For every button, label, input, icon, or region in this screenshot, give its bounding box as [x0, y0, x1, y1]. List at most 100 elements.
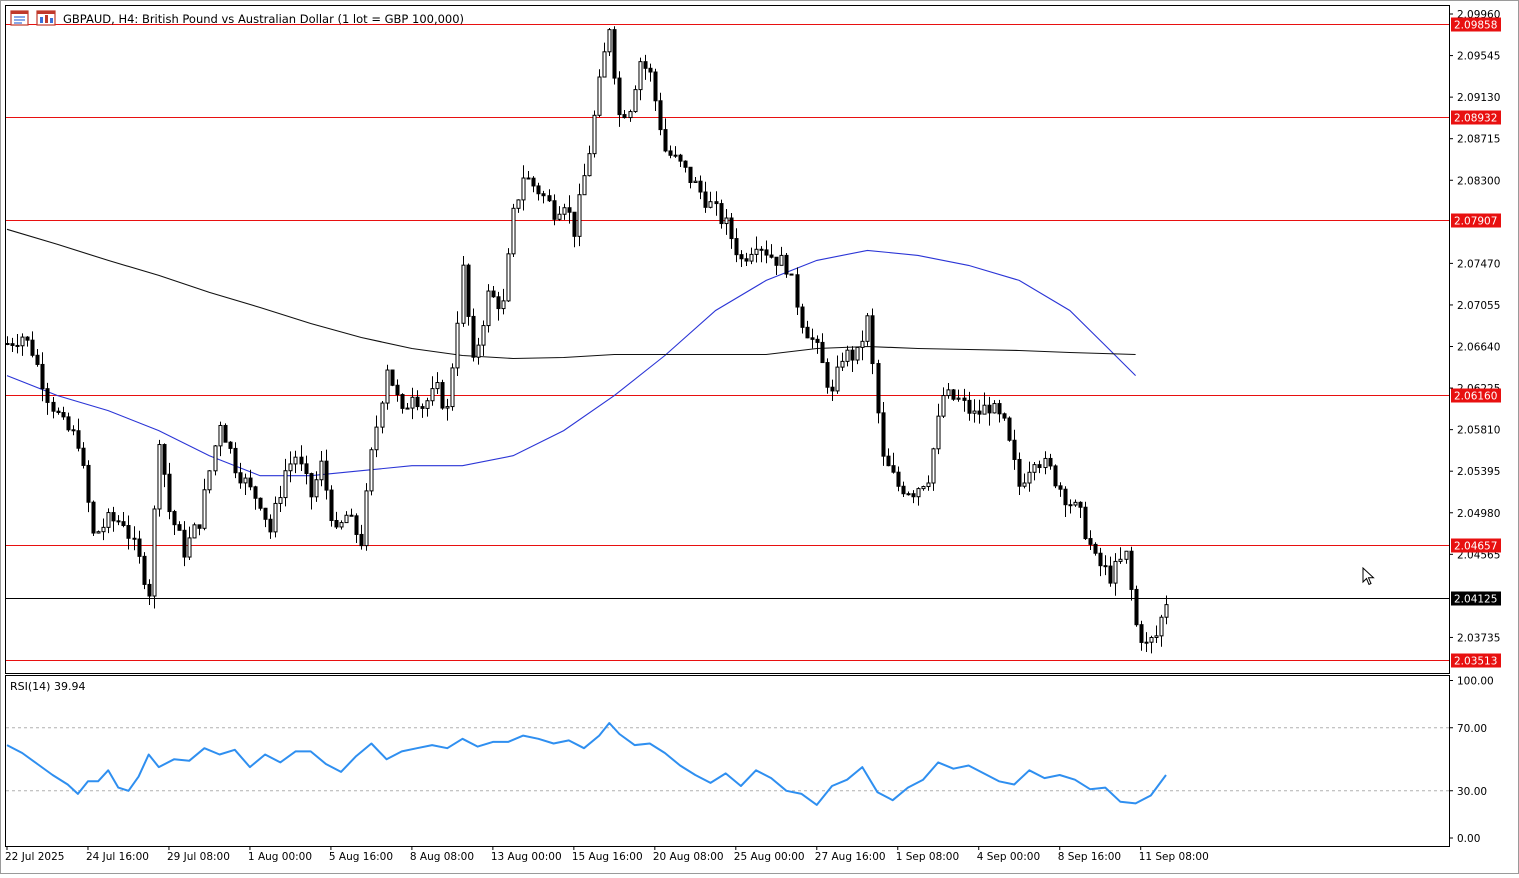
chart-window: 2.09960 2.09545 2.09130 2.08715 2.08300 2.074…: [0, 0, 1519, 874]
candle-body-bull: [1124, 550, 1129, 560]
candlestick: [450, 363, 455, 411]
candlestick: [56, 407, 61, 415]
candlestick: [415, 390, 420, 411]
candle-body-bear: [440, 382, 445, 409]
candle-body-bull: [218, 424, 223, 447]
candlestick: [25, 336, 30, 347]
candlestick: [567, 195, 572, 224]
candlestick: [1159, 614, 1164, 647]
candlestick: [1134, 585, 1139, 627]
candle-body-bull: [1144, 641, 1149, 644]
candle-body-bear: [172, 511, 177, 526]
candlestick: [719, 199, 724, 229]
candlestick: [152, 505, 157, 609]
price-axis-label: 2.09545: [1457, 51, 1500, 63]
candlestick: [688, 166, 693, 189]
candle-body-bear: [329, 489, 334, 522]
candlestick: [380, 400, 385, 434]
candlestick: [992, 400, 997, 414]
candle-body-bear: [491, 290, 496, 298]
candle-body-bull: [501, 300, 506, 310]
candle-body-bull: [96, 531, 101, 534]
candle-body-bear: [299, 456, 304, 465]
candle-body-bear: [1068, 504, 1073, 507]
candlestick: [1017, 452, 1022, 496]
time-axis-label: 8 Sep 16:00: [1058, 851, 1121, 863]
candlestick: [35, 348, 40, 367]
candle-body-bear: [1017, 458, 1022, 487]
candle-body-bull: [213, 445, 218, 472]
candlestick: [987, 396, 992, 426]
candlestick: [653, 68, 658, 111]
candle-body-bear: [653, 71, 658, 102]
candlestick: [997, 399, 1002, 423]
candle-body-bear: [815, 338, 820, 343]
candle-body-bull: [101, 526, 106, 533]
candlestick: [911, 490, 916, 504]
candle-body-bear: [572, 211, 577, 237]
chart-header: GBPAUD, H4: British Pound vs Australian …: [10, 10, 464, 26]
candlestick: [1144, 632, 1149, 653]
candle-body-bear: [400, 394, 405, 409]
candlestick: [1068, 499, 1073, 514]
candle-body-bear: [197, 524, 202, 529]
candle-body-bull: [633, 89, 638, 113]
candle-body-bull: [435, 382, 440, 390]
candlestick: [5, 336, 10, 346]
candle-body-bear: [526, 177, 531, 180]
candle-body-bear: [15, 344, 20, 347]
candlestick: [1073, 499, 1078, 507]
candle-body-bull: [1022, 482, 1027, 487]
candle-body-bear: [825, 362, 830, 388]
candle-body-bull: [1118, 558, 1123, 562]
candle-body-bear: [567, 207, 572, 213]
candle-body-bull: [865, 315, 870, 342]
candlestick: [541, 190, 546, 204]
candlestick: [830, 379, 835, 401]
candlestick: [435, 372, 440, 394]
candlestick: [258, 497, 263, 511]
candlestick: [349, 508, 354, 517]
candle-body-bear: [1108, 565, 1113, 584]
candlestick: [668, 145, 673, 159]
candle-body-bull: [243, 477, 248, 484]
candle-body-bull: [921, 486, 926, 490]
candlestick: [870, 308, 875, 375]
candlestick: [334, 511, 339, 529]
candlestick: [850, 346, 855, 373]
chart-properties-icon[interactable]: [36, 10, 56, 26]
candle-body-bull: [931, 448, 936, 484]
candlestick: [916, 487, 921, 506]
candle-body-bear: [1134, 588, 1139, 626]
candle-body-bear: [233, 447, 238, 474]
candle-body-bear: [359, 533, 364, 547]
candlestick: [577, 183, 582, 247]
chart-window-icon[interactable]: [10, 10, 29, 26]
candlestick: [628, 109, 633, 122]
candle-body-bull: [20, 336, 25, 347]
candle-body-bear: [56, 410, 61, 414]
candle-body-bear: [789, 273, 794, 276]
candle-body-bear: [258, 497, 263, 509]
candlestick: [633, 85, 638, 113]
candlestick: [820, 333, 825, 364]
candle-body-bull: [941, 395, 946, 417]
candle-body-bear: [891, 465, 896, 473]
candlestick: [369, 447, 374, 496]
candlestick: [784, 253, 789, 278]
candlestick: [764, 240, 769, 264]
moving-average-fast-line: [6, 249, 1136, 477]
candle-body-bear: [51, 401, 56, 412]
candlestick: [526, 170, 531, 180]
candlestick: [223, 423, 228, 443]
candle-body-bear: [658, 100, 663, 131]
candlestick: [941, 387, 946, 419]
candlestick: [1037, 460, 1042, 474]
candlestick: [390, 369, 395, 387]
candle-body-bull: [708, 201, 713, 208]
candle-body-bull: [1164, 604, 1169, 618]
candle-body-bear: [1139, 624, 1144, 643]
candlestick: [476, 337, 481, 365]
price-axis-label: 2.04980: [1457, 508, 1500, 520]
candlestick: [425, 397, 430, 417]
